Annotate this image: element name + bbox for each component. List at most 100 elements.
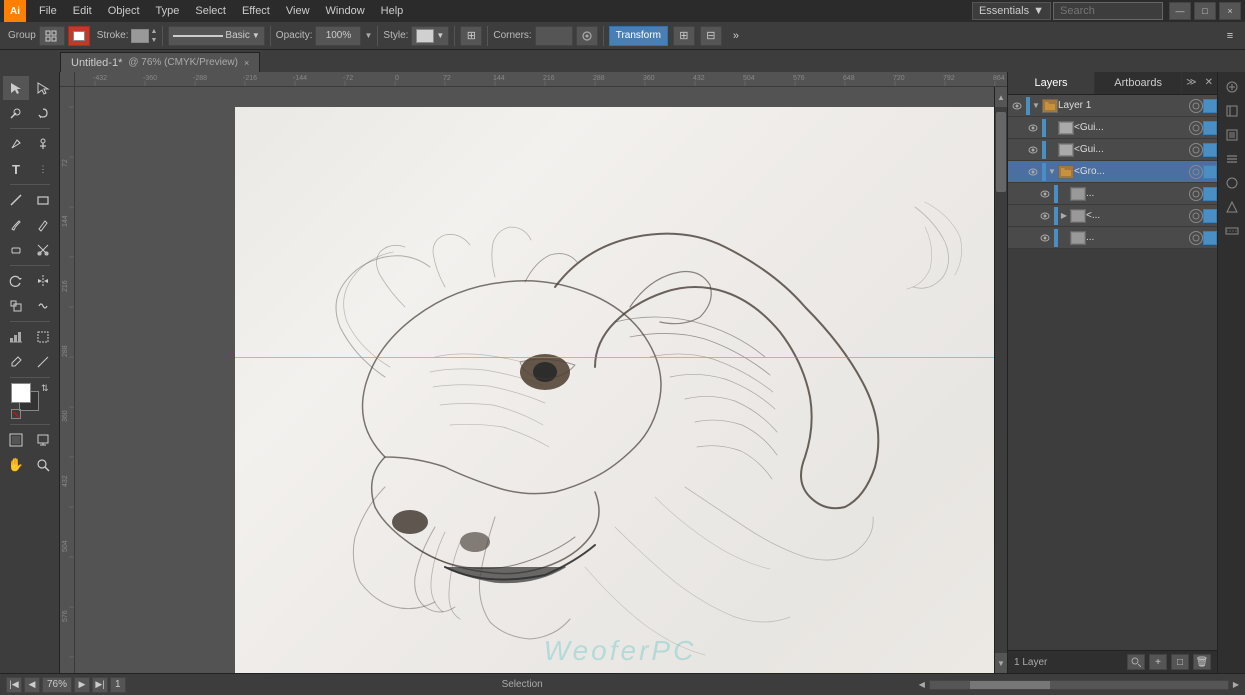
layer-options-7[interactable] [1203,231,1217,245]
more-options-btn[interactable]: » [725,26,747,46]
page-next-btn[interactable]: ▶ [74,677,90,693]
layer-visibility-2[interactable] [1024,119,1042,137]
layer-expand-1[interactable]: ▼ [1030,101,1042,110]
new-layer-btn[interactable]: □ [1171,654,1189,670]
lasso-tool[interactable] [30,101,56,125]
layer-expand-4[interactable]: ▼ [1046,167,1058,176]
selection-tool[interactable] [3,76,29,100]
menu-view[interactable]: View [279,3,317,19]
panel-icon-1[interactable] [1221,76,1243,98]
graph-tool[interactable] [3,325,29,349]
layer-lock-1[interactable] [1189,99,1203,113]
layer-visibility-4[interactable] [1024,163,1042,181]
layer-row-4[interactable]: ▼ <Gro... [1008,161,1217,183]
artboard-tool[interactable] [30,325,56,349]
page-first-btn[interactable]: |◀ [6,677,22,693]
layer-options-6[interactable] [1203,209,1217,223]
panel-icon-6[interactable] [1221,196,1243,218]
eraser-tool[interactable] [3,238,29,262]
direct-selection-tool[interactable] [30,76,56,100]
rectangle-tool[interactable] [30,188,56,212]
layer-lock-4[interactable] [1189,165,1203,179]
add-layer-btn[interactable]: + [1149,654,1167,670]
layer-visibility-3[interactable] [1024,141,1042,159]
menu-effect[interactable]: Effect [235,3,277,19]
zoom-tool[interactable] [30,453,56,477]
fill-color-box[interactable] [11,383,31,403]
panel-icon-4[interactable] [1221,148,1243,170]
layer-visibility-7[interactable] [1036,229,1054,247]
scroll-thumb[interactable] [996,112,1006,192]
workspace-selector[interactable]: Essentials ▼ [972,2,1051,20]
menu-type[interactable]: Type [149,3,187,19]
tab-artboards[interactable]: Artboards [1095,72,1182,94]
line-style-dropdown[interactable]: Basic ▼ [168,26,264,46]
layer-row-2[interactable]: <Gui... [1008,117,1217,139]
layer-row-7[interactable]: ... [1008,227,1217,249]
layer-lock-7[interactable] [1189,231,1203,245]
search-layer-btn[interactable] [1127,654,1145,670]
tool-options-icon[interactable] [39,26,65,46]
h-scroll-left[interactable]: ◀ [919,680,925,690]
type-options[interactable]: ⋮ [30,157,56,181]
delete-layer-btn[interactable]: 🗑 [1193,654,1211,670]
rotate-tool[interactable] [3,269,29,293]
corners-settings-btn[interactable] [576,26,598,46]
layer-row-5[interactable]: ... [1008,183,1217,205]
type-tool[interactable]: T [3,157,29,181]
scale-tool[interactable] [3,294,29,318]
maximize-button[interactable]: □ [1194,2,1216,20]
layer-expand-6[interactable]: ▶ [1058,211,1070,220]
page-last-btn[interactable]: ▶| [92,677,108,693]
style-dropdown[interactable]: ▼ [411,26,449,46]
tab-layers[interactable]: Layers [1008,72,1095,94]
stroke-up[interactable]: ▲ [150,27,157,36]
panel-toggle-btn[interactable]: ≡ [1219,26,1241,46]
layer-row-3[interactable]: <Gui... [1008,139,1217,161]
panel-close-btn[interactable]: ✕ [1201,72,1217,94]
opacity-input[interactable] [315,26,361,46]
eyedropper-tool[interactable] [3,350,29,374]
corners-input[interactable] [535,26,573,46]
minimize-button[interactable]: — [1169,2,1191,20]
layer-row-6[interactable]: ▶ <... [1008,205,1217,227]
magic-wand-tool[interactable] [3,101,29,125]
layer-options-2[interactable] [1203,121,1217,135]
scroll-down-btn[interactable]: ▼ [995,653,1007,673]
tab-close-button[interactable]: × [244,58,249,68]
layer-lock-5[interactable] [1189,187,1203,201]
menu-select[interactable]: Select [188,3,233,19]
layer-visibility-1[interactable] [1008,97,1026,115]
layer-row-1[interactable]: ▼ Layer 1 [1008,95,1217,117]
layer-visibility-5[interactable] [1036,185,1054,203]
v-scrollbar[interactable]: ▲ ▼ [994,87,1007,673]
none-color-icon[interactable] [11,409,21,419]
scroll-up-btn[interactable]: ▲ [995,87,1007,107]
panel-icon-3[interactable] [1221,124,1243,146]
warp-tool[interactable] [30,294,56,318]
transform-button[interactable]: Transform [609,26,668,46]
h-scrollbar[interactable] [929,680,1229,690]
layer-lock-6[interactable] [1189,209,1203,223]
change-screen-btn[interactable] [30,428,56,452]
page-prev-btn[interactable]: ◀ [24,677,40,693]
menu-window[interactable]: Window [319,3,372,19]
stroke-color-swatch[interactable] [131,29,149,43]
stroke-color-icon[interactable] [68,26,90,46]
pencil-tool[interactable] [30,213,56,237]
menu-edit[interactable]: Edit [66,3,99,19]
anchor-tool[interactable] [30,132,56,156]
layer-options-3[interactable] [1203,143,1217,157]
layer-lock-2[interactable] [1189,121,1203,135]
hand-tool[interactable]: ✋ [3,453,29,477]
scissors-tool[interactable] [30,238,56,262]
menu-object[interactable]: Object [101,3,147,19]
panel-icon-2[interactable] [1221,100,1243,122]
panel-icon-7[interactable] [1221,220,1243,242]
line-segment-tool[interactable] [3,188,29,212]
close-button[interactable]: × [1219,2,1241,20]
canvas-main[interactable]: WeoferPC ▲ ▼ [75,87,1007,673]
layer-visibility-6[interactable] [1036,207,1054,225]
swap-colors-icon[interactable]: ⇅ [41,383,49,394]
menu-help[interactable]: Help [374,3,411,19]
